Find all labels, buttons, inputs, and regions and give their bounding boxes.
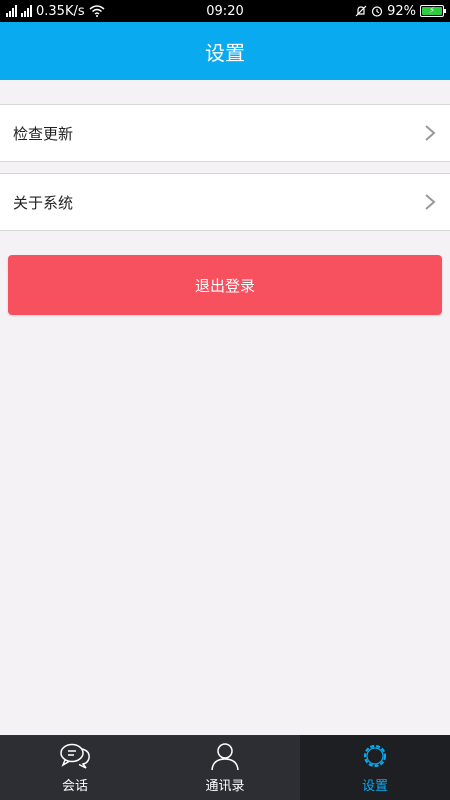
status-bar: 0.35K/s 09:20 92% ⚡ <box>0 0 450 22</box>
tab-chat-label: 会话 <box>61 779 88 794</box>
status-right: 92% ⚡ <box>355 3 446 19</box>
status-left: 0.35K/s <box>6 4 105 19</box>
settings-gear-icon <box>363 744 387 768</box>
chevron-right-icon <box>425 194 436 210</box>
title-bar: 设置 <box>0 22 450 80</box>
bottom-tab-bar: 会话 通讯录 设置 <box>0 735 450 800</box>
tab-contacts[interactable]: 通讯录 <box>150 735 300 800</box>
signal-icon <box>6 5 17 17</box>
logout-label: 退出登录 <box>194 276 255 295</box>
battery-icon: ⚡ <box>420 5 446 17</box>
chevron-right-icon <box>425 125 436 141</box>
tab-settings-label: 设置 <box>361 779 388 794</box>
settings-screen: 0.35K/s 09:20 92% ⚡ 设置 检查更新 关于系统 退出登录 会话… <box>0 0 450 800</box>
check-update-label: 检查更新 <box>13 124 74 143</box>
contact-person-icon <box>211 743 239 771</box>
tab-settings[interactable]: 设置 <box>300 735 450 800</box>
tab-chat[interactable]: 会话 <box>0 735 150 800</box>
chat-bubbles-icon <box>60 743 90 769</box>
about-system-label: 关于系统 <box>13 193 74 212</box>
page-title: 设置 <box>205 40 245 65</box>
check-update-row[interactable]: 检查更新 <box>0 104 450 162</box>
wifi-icon <box>89 5 105 17</box>
network-speed: 0.35K/s <box>36 3 85 19</box>
logout-button[interactable]: 退出登录 <box>8 255 442 315</box>
battery-percent: 92% <box>387 3 416 19</box>
mute-icon <box>355 5 367 17</box>
about-system-row[interactable]: 关于系统 <box>0 173 450 231</box>
tab-contacts-label: 通讯录 <box>205 779 245 794</box>
signal-icon <box>21 5 32 17</box>
alarm-icon <box>371 6 383 17</box>
